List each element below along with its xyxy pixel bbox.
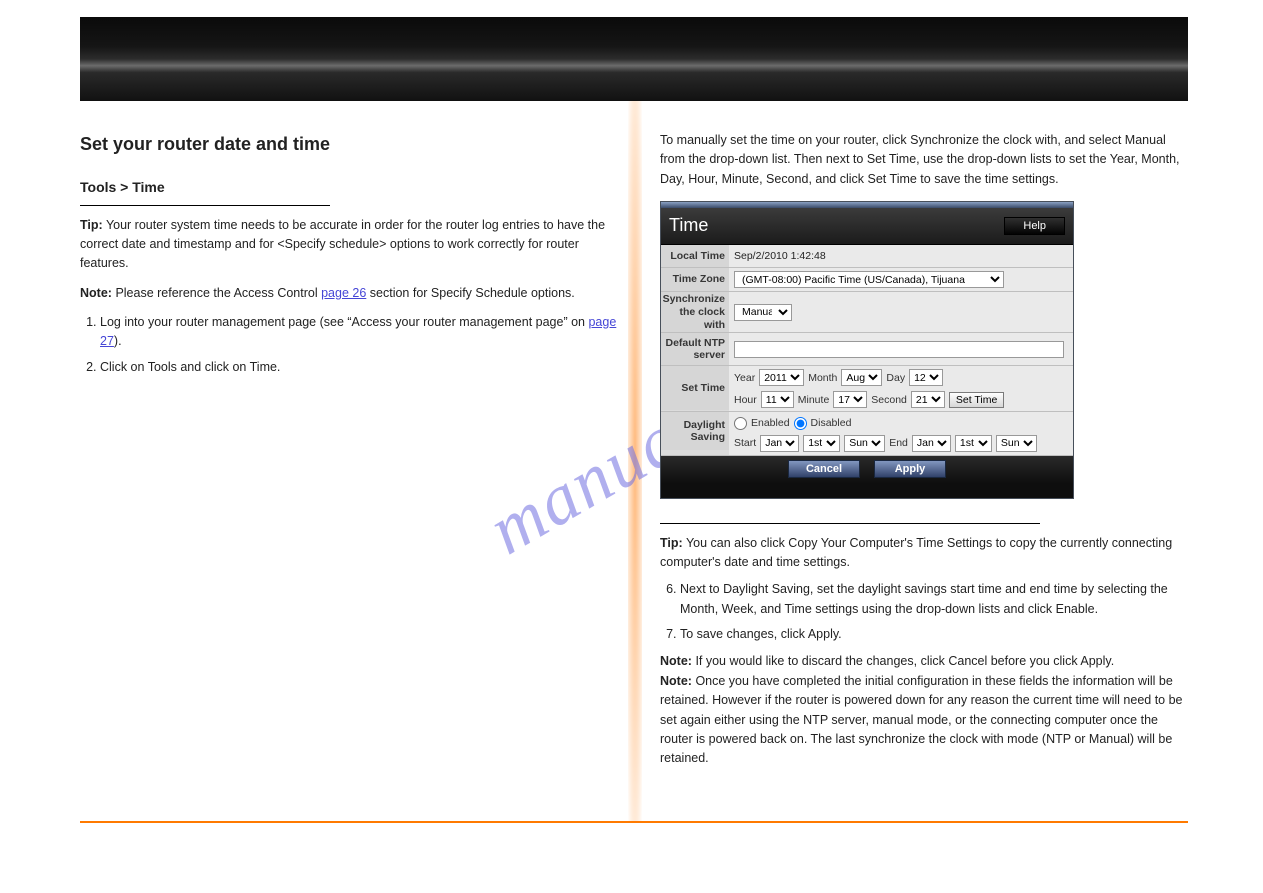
right-tip-label: Tip:: [660, 536, 683, 550]
timezone-select[interactable]: (GMT-08:00) Pacific Time (US/Canada), Ti…: [734, 271, 1004, 288]
section-heading: Set your router date and time: [80, 131, 620, 159]
step-6: Next to Daylight Saving, set the dayligh…: [680, 580, 1190, 619]
ntp-input[interactable]: [734, 341, 1064, 358]
right-note: Note: If you would like to discard the c…: [660, 652, 1190, 671]
rule: [660, 523, 1040, 524]
time-panel-screenshot: Time Help Local Time Sep/2/2010 1:42:48 …: [660, 201, 1074, 498]
cancel-button[interactable]: Cancel: [788, 460, 860, 478]
daylight-label: Daylight Saving: [661, 412, 729, 450]
settime-label: Set Time: [661, 366, 729, 410]
rule: [80, 205, 330, 206]
right-note-label: Note:: [660, 654, 692, 668]
ds-end-week[interactable]: 1st: [955, 435, 992, 452]
hour-select[interactable]: 11: [761, 391, 794, 408]
footer-rule: [80, 821, 1188, 823]
ds-end-day[interactable]: Sun: [996, 435, 1037, 452]
panel-header: Time Help: [661, 208, 1073, 245]
note-paragraph: Note: Please reference the Access Contro…: [80, 284, 620, 303]
note-post: section for Specify Schedule options.: [370, 286, 575, 300]
day-label: Day: [886, 370, 905, 386]
hour-label: Hour: [734, 392, 757, 408]
ds-enabled-radio[interactable]: [734, 417, 747, 430]
tip-text: Your router system time needs to be accu…: [80, 218, 605, 271]
day-select[interactable]: 12: [909, 369, 943, 386]
right-note-text: If you would like to discard the changes…: [695, 654, 1114, 668]
ds-start-month[interactable]: Jan: [760, 435, 799, 452]
month-label: Month: [808, 370, 837, 386]
ntp-label: Default NTP server: [661, 333, 729, 365]
local-time-value: Sep/2/2010 1:42:48: [729, 245, 1073, 267]
second-select[interactable]: 21: [911, 391, 945, 408]
step-2: Click on Tools and click on Time.: [100, 358, 620, 377]
step-1: Log into your router management page (se…: [100, 313, 620, 352]
ds-enabled-label: Enabled: [751, 415, 790, 431]
ds-disabled-label: Disabled: [811, 415, 852, 431]
minute-label: Minute: [798, 392, 830, 408]
note-label: Note:: [80, 286, 112, 300]
panel-title: Time: [669, 212, 708, 240]
help-button[interactable]: Help: [1004, 217, 1065, 235]
second-label: Second: [871, 392, 907, 408]
local-time-label: Local Time: [661, 245, 729, 267]
breadcrumb-path: Tools > Time: [80, 177, 620, 199]
panel-bottom-bar: [661, 484, 1073, 498]
year-label: Year: [734, 370, 755, 386]
ds-end-month[interactable]: Jan: [912, 435, 951, 452]
timezone-label: Time Zone: [661, 268, 729, 291]
minute-select[interactable]: 17: [833, 391, 867, 408]
ds-start-day[interactable]: Sun: [844, 435, 885, 452]
ds-start-label: Start: [734, 435, 756, 451]
panel-footer: Cancel Apply: [661, 456, 1073, 484]
step-7: To save changes, click Apply.: [680, 625, 1190, 644]
note-pre: Please reference the Access Control: [115, 286, 321, 300]
set-time-button[interactable]: Set Time: [949, 392, 1004, 408]
step-1-post: ).: [114, 334, 122, 348]
access-control-link[interactable]: page 26: [321, 286, 366, 300]
tip-paragraph: Tip: Your router system time needs to be…: [80, 216, 620, 274]
right-note2-text: Once you have completed the initial conf…: [660, 674, 1183, 766]
manual-banner: [80, 17, 1188, 101]
apply-button[interactable]: Apply: [874, 460, 946, 478]
right-note2-label: Note:: [660, 674, 692, 688]
right-lead: To manually set the time on your router,…: [660, 131, 1190, 189]
sync-label: Synchronize the clock with: [661, 292, 729, 332]
ds-start-week[interactable]: 1st: [803, 435, 840, 452]
right-tip: Tip: You can also click Copy Your Comput…: [660, 534, 1190, 573]
year-select[interactable]: 2011: [759, 369, 804, 386]
tip-label: Tip:: [80, 218, 103, 232]
right-tip-text: You can also click Copy Your Computer's …: [660, 536, 1172, 569]
month-select[interactable]: Aug: [841, 369, 882, 386]
column-divider: [628, 101, 642, 821]
right-note2: Note: Once you have completed the initia…: [660, 672, 1190, 769]
step-1-pre: Log into your router management page (se…: [100, 315, 588, 329]
ds-end-label: End: [889, 435, 908, 451]
sync-select[interactable]: Manual: [734, 304, 792, 321]
ds-disabled-radio[interactable]: [794, 417, 807, 430]
